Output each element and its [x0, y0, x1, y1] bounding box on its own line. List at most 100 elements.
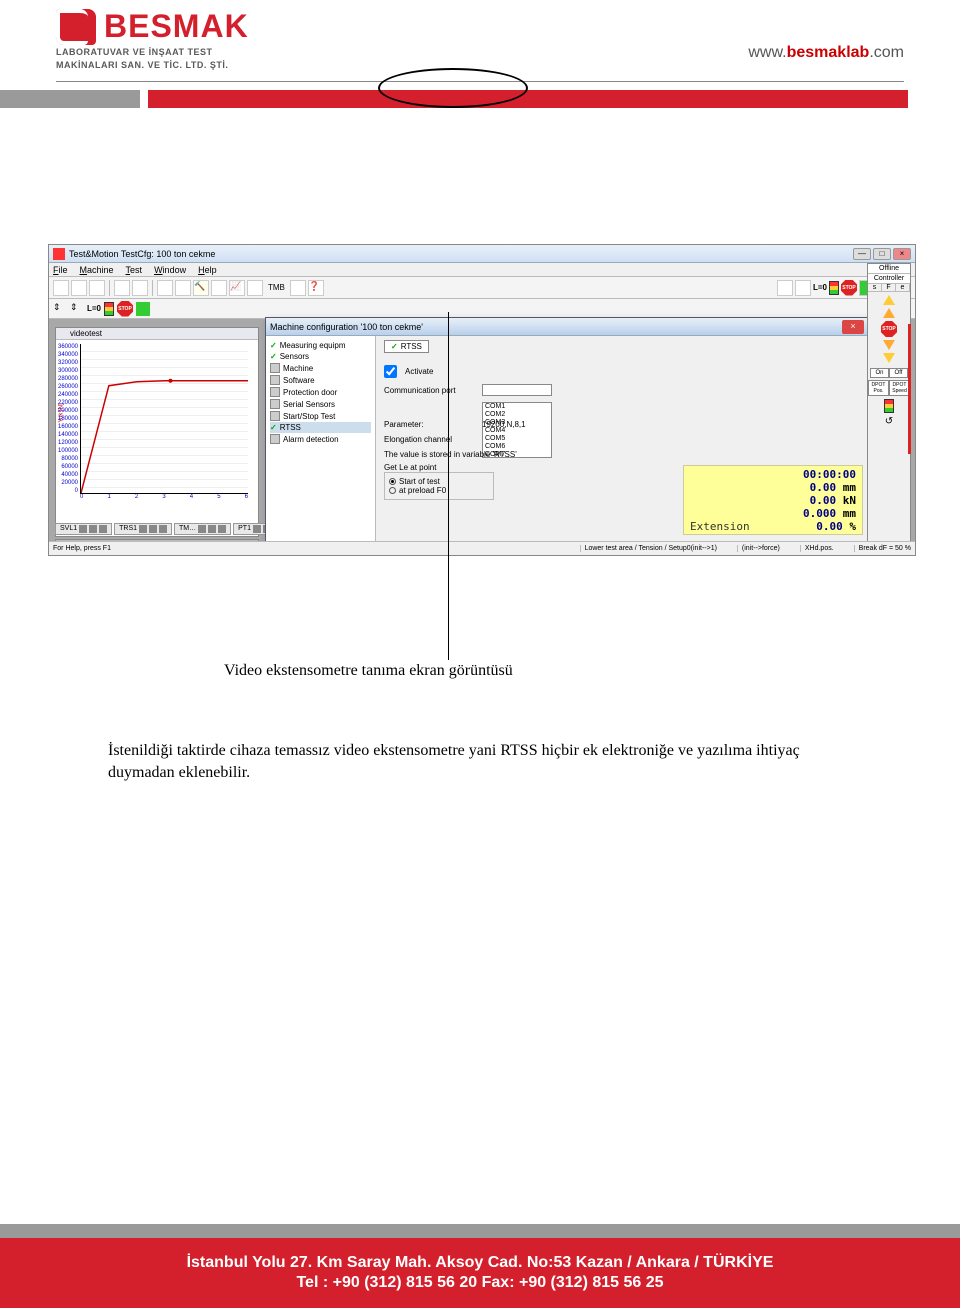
toolbar-icon[interactable] — [53, 280, 69, 296]
logo-mark — [56, 9, 96, 45]
status-mid: Lower test area / Tension / Setup0(init-… — [580, 545, 717, 552]
menu-help[interactable]: Help — [198, 265, 217, 275]
l0-label-2[interactable]: L=0 — [87, 304, 101, 313]
toolbar-icon[interactable] — [290, 280, 306, 296]
chart-xaxis: 0123456 — [80, 494, 248, 500]
toolbar-icon[interactable] — [157, 280, 173, 296]
toolbar-icon[interactable] — [71, 280, 87, 296]
tmb-label[interactable]: TMB — [265, 283, 288, 292]
activate-checkbox[interactable] — [384, 365, 397, 378]
toolbar-icon[interactable]: ⇕ — [53, 302, 67, 316]
toolbar-chart-icon[interactable]: 📈 — [229, 280, 245, 296]
app-screenshot: Test&Motion TestCfg: 100 ton cekme — □ ×… — [48, 244, 916, 556]
off-button[interactable]: Off — [889, 368, 908, 378]
chart-plot — [80, 344, 248, 494]
tree-item[interactable]: Serial Sensors — [270, 398, 371, 410]
figure-caption: Video ekstensometre tanıma ekran görüntü… — [224, 662, 513, 680]
toolbar-hammer-icon[interactable]: 🔨 — [193, 280, 209, 296]
comm-port-label: Communication port — [384, 386, 474, 395]
toolbar-icon[interactable] — [89, 280, 105, 296]
jog-up-fast-icon[interactable] — [883, 295, 895, 305]
dialog-close-button[interactable]: × — [842, 320, 864, 334]
page-footer: İstanbul Yolu 27. Km Saray Mah. Aksoy Ca… — [0, 1218, 960, 1308]
toolbar-icon[interactable] — [153, 302, 167, 316]
activate-label: Activate — [405, 367, 495, 376]
toolbar-icon[interactable]: ⇕ — [70, 302, 84, 316]
comm-port-combo[interactable] — [482, 384, 552, 396]
logo-text: BESMAK — [104, 8, 249, 45]
window-title: Test&Motion TestCfg: 100 ton cekme — [69, 249, 853, 259]
radio-start[interactable]: Start of test — [389, 477, 489, 486]
stored-note: The value is stored in variable 'RTSS' — [384, 450, 860, 459]
toolbar-icon[interactable] — [114, 280, 130, 296]
get-le-group: Start of test at preload F0 — [384, 472, 494, 500]
controller-label: Controller — [868, 274, 910, 284]
menu-test[interactable]: Test — [126, 265, 143, 275]
app-icon — [53, 248, 65, 260]
readout-time: 00:00:00 — [690, 468, 856, 481]
toolbar-icon[interactable] — [175, 280, 191, 296]
toolbar-icon[interactable] — [136, 302, 150, 316]
radio-preload[interactable]: at preload F0 — [389, 486, 489, 495]
tree-item-rtss[interactable]: ✓RTSS — [270, 422, 371, 433]
dialog-title: Machine configuration '100 ton cekme' — [270, 322, 423, 332]
tree-item[interactable]: Software — [270, 374, 371, 386]
close-button[interactable]: × — [893, 248, 911, 260]
help-icon[interactable]: ❓ — [308, 280, 324, 296]
dpot-pos[interactable]: DPOT Pos. — [868, 380, 889, 396]
status-c4: Break dF = 50 % — [854, 545, 911, 552]
stop-icon-2[interactable]: STOP — [117, 301, 133, 317]
jog-up-icon[interactable] — [883, 308, 895, 318]
jog-down-icon[interactable] — [883, 340, 895, 350]
l0-label[interactable]: L=0 — [813, 283, 827, 292]
on-button[interactable]: On — [870, 368, 889, 378]
workspace: videotest Yuk [N] 3600003400003200003000… — [49, 319, 915, 541]
traffic-light-icon[interactable] — [104, 302, 114, 316]
menubar: File Machine Test Window Help — [49, 263, 915, 277]
window-titlebar: Test&Motion TestCfg: 100 ton cekme — □ × — [49, 245, 915, 263]
toolbar-icon[interactable] — [795, 280, 811, 296]
bottom-tabs: SVL1 TRS1 TM… PT1 — [55, 521, 286, 537]
tree-item[interactable]: Protection door — [270, 386, 371, 398]
tree-item[interactable]: ✓Measuring equipm — [270, 340, 371, 351]
toolbar-icon[interactable] — [247, 280, 263, 296]
tab-tm[interactable]: TM… — [174, 523, 231, 535]
dpot-speed[interactable]: DPOT Speed — [889, 380, 910, 396]
elongation-label: Elongation channel — [384, 435, 474, 444]
toolbar-icon[interactable] — [132, 280, 148, 296]
controller-traffic-icon[interactable] — [884, 399, 894, 413]
tree-item[interactable]: Machine — [270, 362, 371, 374]
tab-svl1[interactable]: SVL1 — [55, 523, 112, 535]
chart-yaxis: 3600003400003200003000002800002600002400… — [58, 344, 78, 494]
tree-item[interactable]: ✓Sensors — [270, 351, 371, 362]
menu-file[interactable]: File — [53, 265, 68, 275]
chart-window: videotest Yuk [N] 3600003400003200003000… — [55, 327, 259, 537]
dialog-titlebar: Machine configuration '100 ton cekme' × — [266, 318, 868, 336]
controller-stop-button[interactable]: STOP — [881, 321, 897, 337]
toolbar-secondary: ⇕ ⇕ L=0 STOP — [49, 299, 915, 319]
stop-icon[interactable]: STOP — [841, 280, 857, 296]
readout-panel: 00:00:00 0.00 mm 0.00 kN 0.000 mm Extens… — [683, 465, 863, 535]
minimize-button[interactable]: — — [853, 248, 871, 260]
callout-line — [448, 312, 449, 660]
offline-label: Offline — [868, 264, 910, 274]
jog-down-fast-icon[interactable] — [883, 353, 895, 363]
page-header: BESMAK LABORATUVAR VE İNŞAAT TEST MAKİNA… — [0, 0, 960, 90]
tree-item[interactable]: Start/Stop Test — [270, 410, 371, 422]
menu-machine[interactable]: Machine — [80, 265, 114, 275]
body-paragraph: İstenildiği taktirde cihaza temassız vid… — [108, 740, 848, 783]
menu-window[interactable]: Window — [154, 265, 186, 275]
tree-item[interactable]: Alarm detection — [270, 433, 371, 445]
controller-reset-icon[interactable]: ↺ — [885, 416, 893, 427]
maximize-button[interactable]: □ — [873, 248, 891, 260]
rtss-tab[interactable]: ✓RTSS — [384, 340, 429, 353]
status-c3: XHd.pos. — [800, 545, 834, 552]
toolbar-icon[interactable] — [211, 280, 227, 296]
chart-window-title: videotest — [56, 328, 258, 340]
dialog-tree: ✓Measuring equipm ✓Sensors Machine Softw… — [266, 336, 376, 556]
traffic-light-icon[interactable] — [829, 281, 839, 295]
tab-trs1[interactable]: TRS1 — [114, 523, 172, 535]
toolbar-icon[interactable] — [777, 280, 793, 296]
parameter-value: 19200,N,8,1 — [482, 420, 526, 429]
statusbar: For Help, press F1 Lower test area / Ten… — [49, 541, 915, 555]
